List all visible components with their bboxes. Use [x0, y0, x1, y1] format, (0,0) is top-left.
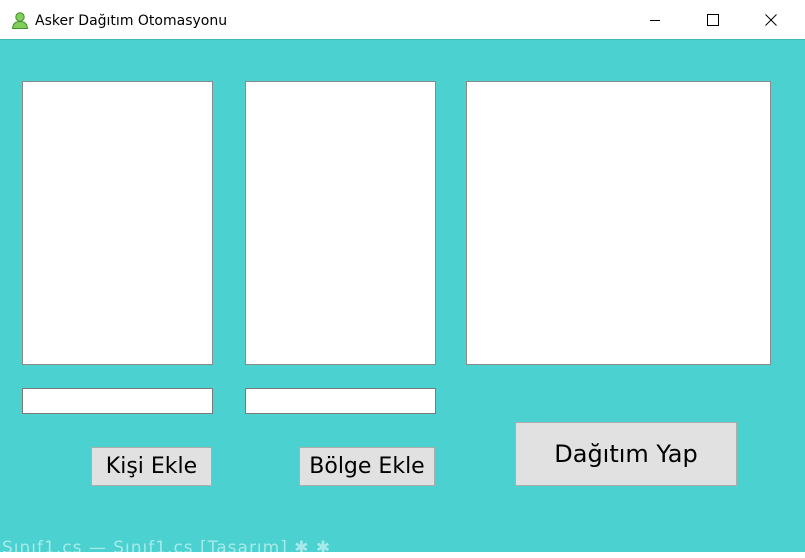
- title-bar[interactable]: Asker Dağıtım Otomasyonu: [0, 0, 805, 40]
- region-input[interactable]: [245, 388, 436, 414]
- close-icon: [765, 14, 777, 26]
- maximize-icon: [707, 14, 719, 26]
- add-person-button[interactable]: Kişi Ekle: [91, 447, 212, 486]
- close-button[interactable]: [748, 0, 794, 40]
- window-title: Asker Dağıtım Otomasyonu: [35, 13, 228, 29]
- user-icon: [11, 11, 29, 29]
- distribution-listbox[interactable]: [466, 81, 771, 365]
- person-listbox[interactable]: [22, 81, 213, 365]
- maximize-button[interactable]: [690, 0, 736, 40]
- minimize-icon: [650, 20, 660, 21]
- region-listbox[interactable]: [245, 81, 436, 365]
- distribute-button[interactable]: Dağıtım Yap: [515, 422, 737, 486]
- minimize-button[interactable]: [632, 0, 678, 40]
- main-window: Asker Dağıtım Otomasyonu Kişi Ekle Bölge…: [0, 0, 805, 558]
- add-region-button[interactable]: Bölge Ekle: [299, 447, 435, 486]
- background-editor-tab-text: Sınıf1.cs — Sınıf1.cs [Tasarım] ✱ ✱: [2, 538, 332, 558]
- person-input[interactable]: [22, 388, 213, 414]
